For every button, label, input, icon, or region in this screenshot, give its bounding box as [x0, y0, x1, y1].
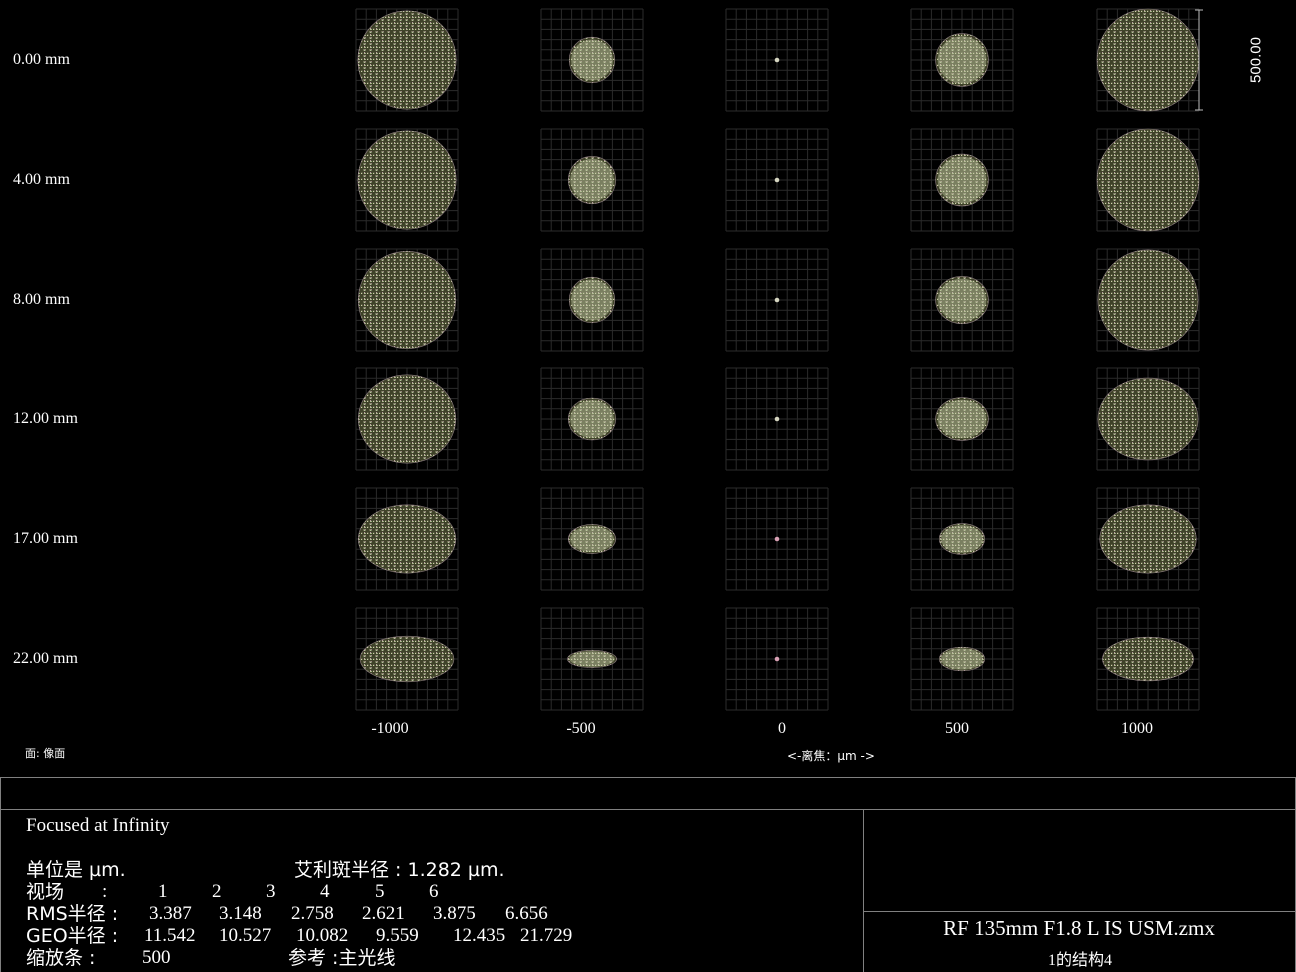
rms-row-label: RMS半径 :: [26, 903, 119, 925]
rms-value: 6.656: [505, 903, 548, 924]
defocus-label: 1000: [1121, 720, 1153, 737]
rms-value: 2.621: [362, 903, 405, 924]
rms-value: 3.387: [149, 903, 192, 924]
spot-core: [937, 278, 987, 322]
geo-value: 9.559: [376, 925, 419, 946]
reference-text: 参考 :主光线: [288, 947, 396, 969]
field-number: 3: [266, 881, 276, 902]
spot-core: [937, 36, 987, 84]
spot-core: [570, 525, 614, 553]
spot-core: [941, 525, 983, 553]
spot: [357, 130, 457, 230]
spot: [774, 297, 780, 303]
field-number: 6: [429, 881, 439, 902]
defocus-axis-caption: <-离焦：µm ->: [787, 749, 875, 763]
field-number: 2: [212, 881, 222, 902]
field-label: 12.00 mm: [13, 410, 78, 427]
surface-label: 面: 像面: [25, 747, 66, 760]
panel-divider-header: [0, 809, 1296, 810]
spot: [357, 374, 457, 464]
geo-value: 10.082: [296, 925, 349, 946]
configuration-label: 1的结构4: [1047, 952, 1113, 969]
geo-value: 11.542: [144, 925, 196, 946]
geo-value: 21.729: [520, 925, 573, 946]
geo-row-label: GEO半径 :: [26, 925, 119, 947]
field-label: 17.00 mm: [13, 530, 78, 547]
spot-core: [570, 400, 614, 438]
spot: [359, 635, 455, 683]
geo-value: 12.435: [453, 925, 506, 946]
spot: [774, 416, 780, 422]
spot-diagram-plot: [355, 8, 1203, 711]
rms-value: 3.875: [433, 903, 476, 924]
spot: [1099, 504, 1197, 574]
airy-radius-text: 艾利斑半径 : 1.282 µm.: [294, 859, 505, 881]
spot: [357, 10, 457, 110]
scale-row-value: 500: [142, 947, 171, 968]
spot: [357, 250, 457, 350]
spot: [774, 656, 780, 662]
field-label: 4.00 mm: [13, 171, 70, 188]
rms-value: 3.148: [219, 903, 262, 924]
field-label: 8.00 mm: [13, 291, 70, 308]
field-label: 22.00 mm: [13, 650, 78, 667]
spot-core: [571, 39, 613, 81]
spot-core: [937, 156, 987, 204]
spot: [1096, 128, 1200, 232]
spot: [357, 504, 457, 574]
field-number: 1: [158, 881, 168, 902]
info-subtitle: Focused at Infinity: [26, 815, 170, 836]
field-row-colon: :: [102, 881, 108, 902]
panel-divider-title: [863, 911, 1296, 912]
spot: [774, 57, 780, 63]
lens-file-name: RF 135mm F1.8 L IS USM.zmx: [943, 916, 1215, 940]
rms-value: 2.758: [291, 903, 334, 924]
field-label: 0.00 mm: [13, 51, 70, 68]
spot-core: [571, 279, 613, 321]
defocus-label: -1000: [371, 720, 409, 737]
spot: [1097, 377, 1199, 461]
spot: [1097, 249, 1199, 351]
spot: [1096, 8, 1200, 112]
field-row-label: 视场: [26, 881, 65, 903]
spot-core: [937, 399, 987, 439]
field-number: 4: [320, 881, 330, 902]
defocus-label: 0: [778, 720, 786, 737]
units-text: 单位是 µm.: [26, 859, 126, 881]
spot: [774, 177, 780, 183]
geo-value: 10.527: [219, 925, 272, 946]
scale-row-label: 缩放条 :: [26, 947, 96, 969]
panel-divider-vertical: [863, 809, 864, 972]
spot: [1102, 636, 1194, 682]
panel-divider-top: [0, 777, 1296, 778]
defocus-label: -500: [566, 720, 596, 737]
defocus-label: 500: [945, 720, 969, 737]
spot: [774, 536, 780, 542]
spot-core: [941, 648, 983, 670]
spot-core: [569, 651, 615, 667]
field-number: 5: [375, 881, 385, 902]
panel-border-left: [0, 777, 1, 972]
scale-bar-label: 500.00: [1247, 37, 1265, 83]
spot-core: [570, 158, 614, 202]
